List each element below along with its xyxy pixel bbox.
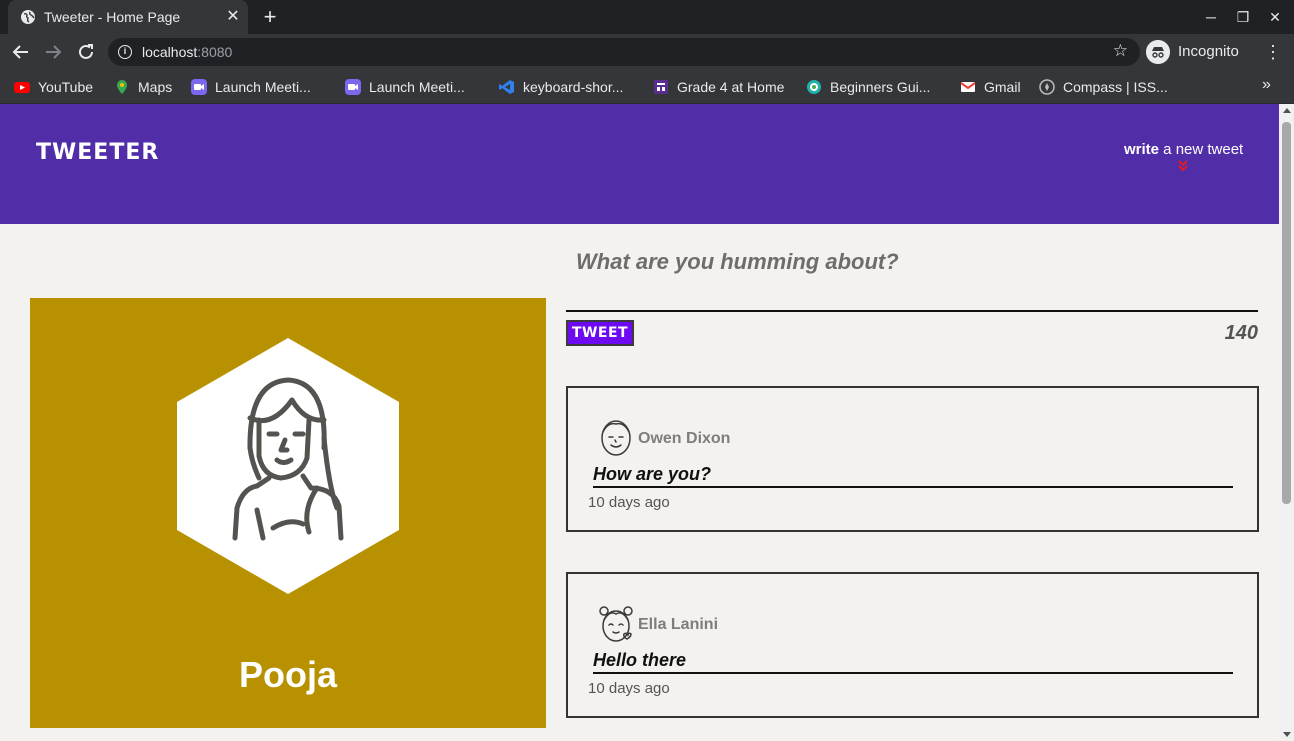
close-icon[interactable]: ✕ bbox=[224, 8, 242, 26]
bookmark-launch-meeting-2[interactable]: Launch Meeti... bbox=[345, 77, 465, 97]
bookmark-beginners-guide[interactable]: Beginners Gui... bbox=[806, 77, 930, 97]
star-icon[interactable]: ☆ bbox=[1113, 41, 1128, 61]
scroll-up-arrow-icon[interactable] bbox=[1283, 108, 1291, 113]
scroll-thumb[interactable] bbox=[1282, 122, 1291, 504]
youtube-icon bbox=[14, 82, 30, 93]
close-window-icon[interactable]: ✕ bbox=[1266, 8, 1284, 26]
vscode-icon bbox=[499, 80, 514, 94]
globe-icon bbox=[21, 10, 35, 24]
tweet-body: How are you? bbox=[593, 464, 1233, 488]
arrow-right-icon[interactable] bbox=[42, 41, 64, 63]
tweet-body: Hello there bbox=[593, 650, 1233, 674]
plus-icon[interactable]: + bbox=[258, 6, 282, 28]
tweet-author: Ella Lanini bbox=[638, 616, 719, 633]
gmail-icon bbox=[960, 82, 976, 92]
girl-pigtails-avatar-icon bbox=[599, 606, 633, 642]
tweet-card: Ella Lanini Hello there 10 days ago bbox=[566, 572, 1259, 718]
tweet-timestamp: 10 days ago bbox=[588, 680, 670, 697]
character-counter: 140 bbox=[1224, 322, 1258, 344]
site-header: TWEETER write a new tweet bbox=[0, 104, 1279, 224]
chevron-double-down-icon[interactable] bbox=[1177, 159, 1189, 173]
scroll-down-arrow-icon[interactable] bbox=[1283, 732, 1291, 737]
info-icon[interactable]: i bbox=[118, 45, 132, 59]
tweet-button[interactable]: TWEET bbox=[566, 320, 634, 346]
bookmark-maps[interactable]: Maps bbox=[114, 77, 172, 97]
gear-icon bbox=[807, 80, 821, 94]
arrow-left-icon[interactable] bbox=[10, 41, 32, 63]
page-scrollbar[interactable] bbox=[1279, 104, 1294, 741]
tweet-card: Owen Dixon How are you? 10 days ago bbox=[566, 386, 1259, 532]
girl-avatar-icon bbox=[177, 338, 399, 594]
profile-card: Pooja bbox=[30, 298, 546, 728]
boy-avatar-icon bbox=[601, 420, 631, 456]
compass-icon bbox=[1039, 79, 1055, 95]
bookmark-compass[interactable]: Compass | ISS... bbox=[1039, 77, 1168, 97]
bookmark-gmail[interactable]: Gmail bbox=[960, 77, 1021, 97]
grade-icon bbox=[654, 80, 668, 94]
tweet-textarea[interactable] bbox=[566, 280, 1258, 312]
site-brand[interactable]: TWEETER bbox=[36, 140, 159, 165]
write-new-tweet-link[interactable]: write a new tweet bbox=[1124, 141, 1243, 158]
incognito-icon bbox=[1146, 40, 1170, 64]
tab-title: Tweeter - Home Page bbox=[44, 9, 181, 25]
bookmarks-bar: YouTube Maps Launch Meeti... Launch Meet… bbox=[0, 70, 1294, 104]
compose-prompt: What are you humming about? bbox=[576, 249, 899, 274]
address-bar[interactable]: i localhost:8080 ☆ bbox=[108, 38, 1140, 66]
url-text: localhost:8080 bbox=[142, 44, 233, 60]
browser-toolbar: i localhost:8080 ☆ Incognito ⋮ bbox=[0, 34, 1294, 70]
maps-icon bbox=[117, 80, 127, 94]
reload-icon[interactable] bbox=[75, 41, 97, 63]
bookmark-launch-meeting-1[interactable]: Launch Meeti... bbox=[191, 77, 311, 97]
video-icon bbox=[345, 79, 361, 95]
browser-tab-strip: Tweeter - Home Page ✕ + ─ ❐ ✕ bbox=[0, 0, 1294, 34]
bookmark-keyboard-shortcuts[interactable]: keyboard-shor... bbox=[499, 77, 623, 97]
video-icon bbox=[191, 79, 207, 95]
kebab-menu-icon[interactable]: ⋮ bbox=[1264, 40, 1282, 64]
tweet-timestamp: 10 days ago bbox=[588, 494, 670, 511]
bookmark-youtube[interactable]: YouTube bbox=[14, 77, 93, 97]
bookmark-grade-4[interactable]: Grade 4 at Home bbox=[653, 77, 784, 97]
browser-tab[interactable]: Tweeter - Home Page ✕ bbox=[8, 0, 248, 34]
restore-icon[interactable]: ❐ bbox=[1234, 8, 1252, 26]
profile-name: Pooja bbox=[238, 654, 337, 695]
tweet-author: Owen Dixon bbox=[638, 430, 731, 447]
minimize-icon[interactable]: ─ bbox=[1202, 8, 1220, 26]
chevron-double-right-icon[interactable]: » bbox=[1262, 76, 1271, 94]
page-viewport: TWEETER write a new tweet Pooja What are… bbox=[0, 104, 1294, 741]
incognito-label: Incognito bbox=[1178, 43, 1239, 60]
